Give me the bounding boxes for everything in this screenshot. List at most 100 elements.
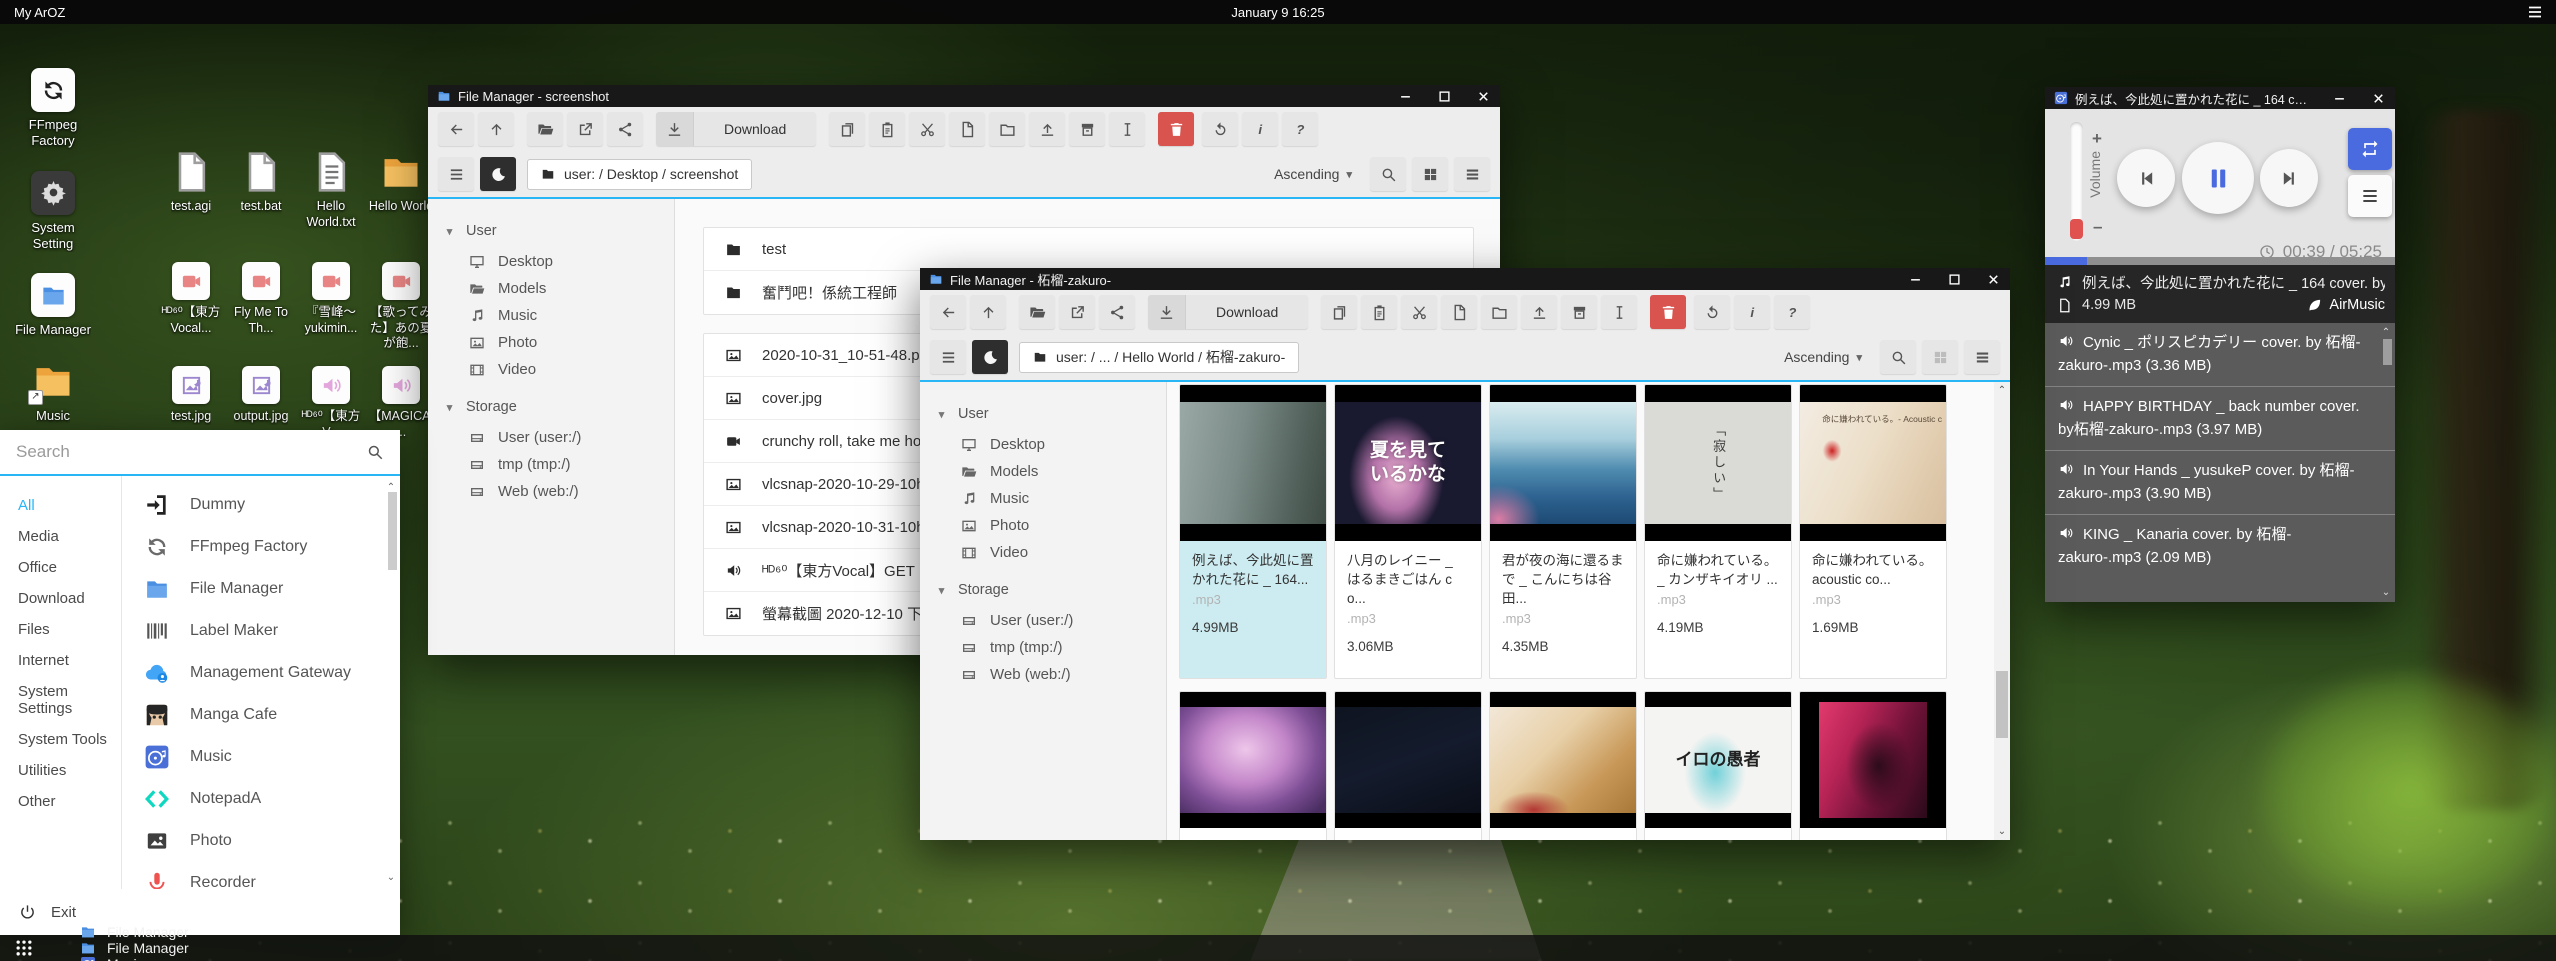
category-item[interactable]: System Settings	[0, 676, 121, 724]
sidebar-item[interactable]: tmp (tmp:/)	[444, 451, 674, 478]
search-icon[interactable]	[366, 443, 384, 461]
dark-mode-toggle[interactable]	[480, 157, 516, 191]
scrollbar-thumb[interactable]	[1996, 671, 2008, 738]
close-button[interactable]	[1476, 89, 1491, 104]
toolbar-button[interactable]: ?	[1774, 295, 1810, 329]
menu-button[interactable]	[930, 340, 966, 374]
taskbar-item[interactable]: File Manager	[80, 940, 283, 956]
sort-dropdown[interactable]: Ascending▾	[1274, 166, 1352, 182]
app-list-item[interactable]: Music	[144, 736, 382, 778]
sidebar-group-storage[interactable]: ▾Storage	[444, 399, 674, 415]
category-item[interactable]: Files	[0, 614, 121, 645]
toolbar-button[interactable]	[1099, 295, 1135, 329]
toolbar-button[interactable]	[1401, 295, 1437, 329]
toolbar-button[interactable]	[1202, 112, 1238, 146]
toolbar-button[interactable]	[567, 112, 603, 146]
toolbar-button[interactable]	[970, 295, 1006, 329]
scroll-down-icon[interactable]: ⌄	[1998, 826, 2006, 837]
app-list-item[interactable]: FFmpeg Factory	[144, 526, 382, 568]
sidebar-item[interactable]: Photo	[444, 329, 674, 356]
category-item[interactable]: All	[0, 490, 121, 521]
sidebar-item[interactable]: Desktop	[936, 431, 1166, 458]
desktop-file-icon[interactable]: ᴴᴰ⁶⁰【東方Vocal...	[156, 262, 226, 352]
desktop-file-icon[interactable]: Hello World	[366, 150, 436, 230]
app-list-item[interactable]: Manga Cafe	[144, 694, 382, 736]
playlist-scrollbar-thumb[interactable]	[2383, 339, 2392, 365]
sidebar-item[interactable]: Photo	[936, 512, 1166, 539]
grid-file-cell[interactable]: 声 _ HarryP cover	[1334, 691, 1482, 840]
toolbar-button[interactable]	[869, 112, 905, 146]
file-row[interactable]: test	[704, 228, 1473, 271]
download-button[interactable]: Download	[656, 112, 816, 146]
desktop-app-icon[interactable]: File Manager	[8, 273, 98, 338]
breadcrumb[interactable]: user: / Desktop / screenshot	[527, 159, 752, 190]
sidebar-item[interactable]: Models	[444, 275, 674, 302]
desktop-file-icon[interactable]: 『雪峰～yukimin...	[296, 262, 366, 352]
app-list-item[interactable]: Photo	[144, 820, 382, 862]
toolbar-button[interactable]: i	[1734, 295, 1770, 329]
toolbar-button[interactable]	[1361, 295, 1397, 329]
list-view-button[interactable]	[1454, 157, 1490, 191]
toolbar-button[interactable]	[1019, 295, 1055, 329]
titlebar[interactable]: File Manager - 柘榴-zakuro-	[920, 268, 2010, 290]
playlist-toggle-button[interactable]	[2348, 175, 2392, 217]
toolbar-button[interactable]	[909, 112, 945, 146]
list-view-button[interactable]	[1964, 340, 2000, 374]
pause-button[interactable]	[2182, 142, 2254, 214]
category-item[interactable]: Internet	[0, 645, 121, 676]
grid-file-cell[interactable]: 四季折々に揺蕩い	[1179, 691, 1327, 840]
sidebar-group-user[interactable]: ▾User	[936, 406, 1166, 422]
volume-slider-thumb[interactable]	[2070, 219, 2083, 239]
sidebar-item[interactable]: Video	[444, 356, 674, 383]
close-button[interactable]	[2371, 91, 2386, 106]
delete-button[interactable]	[1650, 295, 1686, 329]
sidebar-item[interactable]: Models	[936, 458, 1166, 485]
toolbar-button[interactable]	[1601, 295, 1637, 329]
volume-down[interactable]: –	[2093, 217, 2102, 237]
grid-file-cell[interactable]: 蕾と葉桜 _ 青木月	[1489, 691, 1637, 840]
sidebar-item[interactable]: tmp (tmp:/)	[936, 634, 1166, 661]
sidebar-item[interactable]: Web (web:/)	[936, 661, 1166, 688]
playlist-item[interactable]: KING _ Kanaria cover. by 柘榴-zakuro-.mp3 …	[2045, 515, 2395, 578]
toolbar-button[interactable]	[989, 112, 1025, 146]
search-input[interactable]	[16, 442, 356, 462]
toolbar-button[interactable]	[949, 112, 985, 146]
category-item[interactable]: Utilities	[0, 755, 121, 786]
grid-file-cell[interactable]: 幽霊東京 _ Ayase	[1799, 691, 1947, 840]
toolbar-button[interactable]	[1029, 112, 1065, 146]
category-item[interactable]: Download	[0, 583, 121, 614]
toolbar-button[interactable]	[1059, 295, 1095, 329]
sidebar-item[interactable]: User (user:/)	[444, 424, 674, 451]
toolbar-button[interactable]: i	[1242, 112, 1278, 146]
category-item[interactable]: Office	[0, 552, 121, 583]
grid-file-cell[interactable]: 君が夜の海に還るまで _ こんにちは谷田... .mp3 4.35MB	[1489, 384, 1637, 679]
toolbar-button[interactable]	[1694, 295, 1730, 329]
sidebar-item[interactable]: User (user:/)	[936, 607, 1166, 634]
sort-dropdown[interactable]: Ascending▾	[1784, 349, 1862, 365]
desktop-file-icon[interactable]: 【歌ってみた】あの夏が飽...	[366, 262, 436, 352]
desktop-app-icon[interactable]: Music	[8, 359, 98, 424]
toolbar-button[interactable]	[1441, 295, 1477, 329]
playlist-scrollbar[interactable]: ⌃⌄	[2379, 325, 2393, 600]
grid-file-cell[interactable]: 命に嫌われている。- Acoustic c 命に嫌われている。acoustic …	[1799, 384, 1947, 679]
download-button[interactable]: Download	[1148, 295, 1308, 329]
grid-file-cell[interactable]: イロの愚者 妄想感傷代償連盟	[1644, 691, 1792, 840]
grid-file-cell[interactable]: 例えば、今此処に置かれた花に _ 164... .mp3 4.99MB	[1179, 384, 1327, 679]
app-launcher-button[interactable]	[14, 938, 34, 958]
taskbar-item[interactable]: File Manager	[80, 924, 283, 940]
grid-view-button[interactable]	[1922, 340, 1958, 374]
category-item[interactable]: Media	[0, 521, 121, 552]
grid-view-button[interactable]	[1412, 157, 1448, 191]
taskbar-item[interactable]: Music	[80, 956, 283, 961]
close-button[interactable]	[1986, 272, 2001, 287]
scrollbar[interactable]: ⌃ ⌄	[1994, 382, 2010, 840]
app-list-item[interactable]: Label Maker	[144, 610, 382, 652]
desktop-app-icon[interactable]: System Setting	[8, 171, 98, 253]
app-list-item[interactable]: Dummy	[144, 484, 382, 526]
minimize-button[interactable]	[1908, 272, 1923, 287]
progress-bar[interactable]	[2045, 257, 2395, 265]
minimize-button[interactable]	[2332, 91, 2347, 106]
app-list-item[interactable]: Recorder	[144, 862, 382, 889]
toolbar-button[interactable]	[527, 112, 563, 146]
volume-up[interactable]: +	[2092, 129, 2102, 149]
